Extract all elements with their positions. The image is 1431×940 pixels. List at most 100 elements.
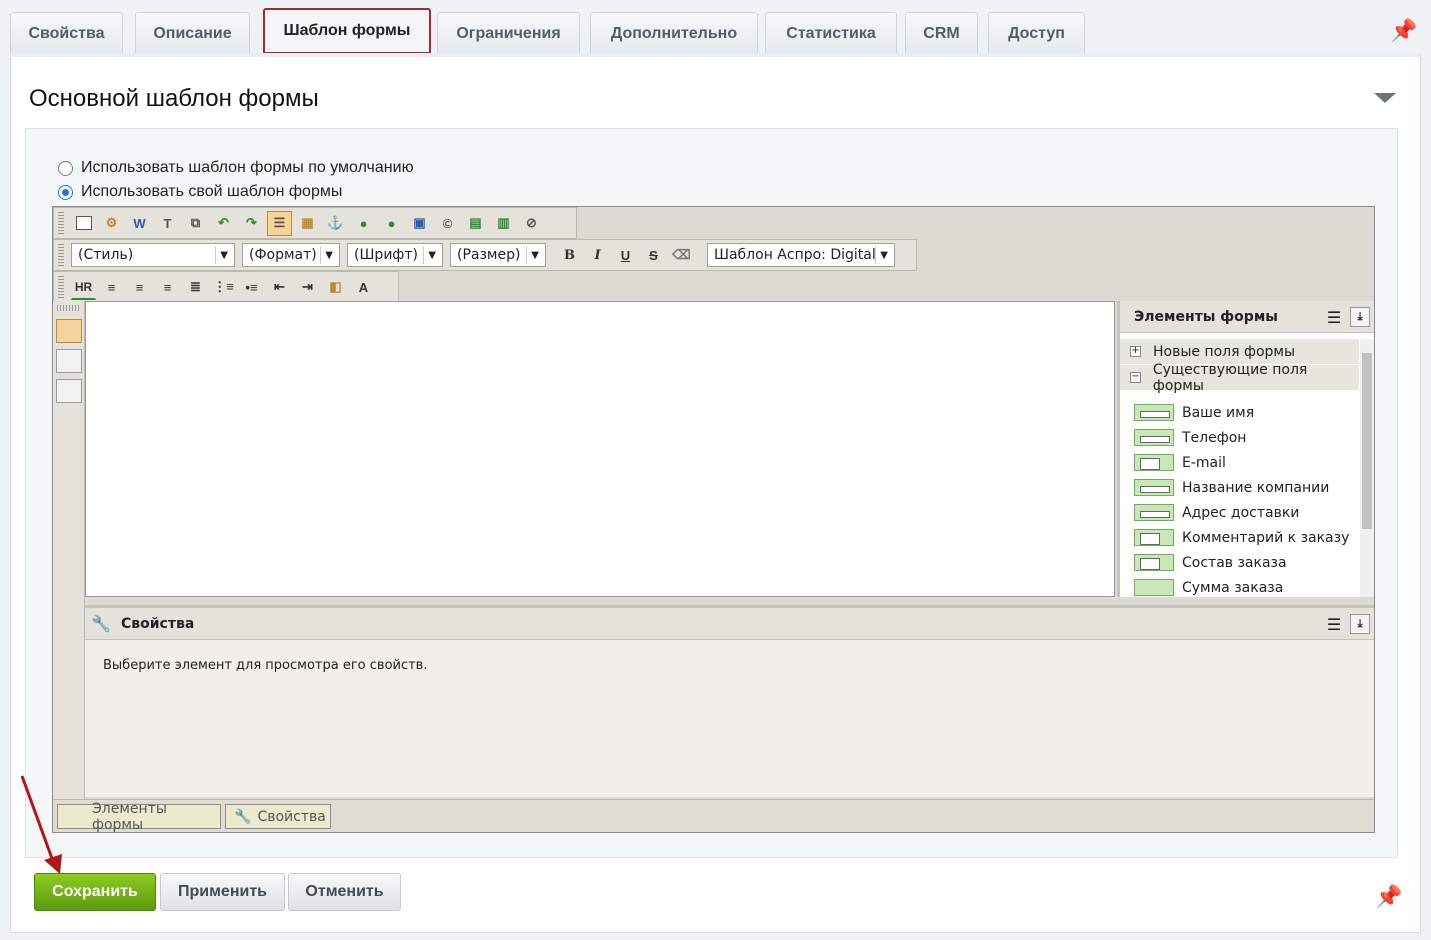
source-view-icon[interactable]: ☰ bbox=[267, 210, 292, 236]
undo-icon[interactable]: ↶ bbox=[211, 211, 236, 236]
form-elements-header: Элементы формы ☰ ⤓ bbox=[1120, 301, 1374, 333]
link-icon[interactable]: ● bbox=[351, 211, 376, 236]
wrench-icon: 🔧 bbox=[234, 808, 252, 825]
field-item[interactable]: Телефон bbox=[1120, 425, 1374, 450]
pin-icon[interactable]: 📌 bbox=[1390, 18, 1417, 44]
underline-icon[interactable]: U bbox=[613, 243, 638, 268]
field-item[interactable]: Ваше имя bbox=[1120, 400, 1374, 425]
table-icon[interactable]: ▦ bbox=[295, 211, 320, 236]
text-color-icon[interactable]: A bbox=[351, 275, 376, 300]
background-color-icon[interactable]: ◧ bbox=[323, 275, 348, 300]
group-existing-fields[interactable]: − Существующие поля формы bbox=[1120, 362, 1359, 394]
template-select[interactable]: Шаблон Аспро: Digital-кс▼ bbox=[707, 243, 895, 267]
panel-menu-icon[interactable]: ☰ bbox=[1324, 307, 1344, 327]
split-view-button[interactable] bbox=[56, 379, 82, 403]
hidden-field-icon bbox=[1134, 579, 1174, 596]
expand-icon[interactable]: + bbox=[1130, 346, 1141, 357]
field-label: Ваше имя bbox=[1182, 404, 1255, 421]
align-right-icon[interactable]: ≡ bbox=[155, 275, 180, 300]
format-select[interactable]: (Формат) ▼ bbox=[242, 243, 340, 267]
radio-default-label: Использовать шаблон формы по умолчанию bbox=[81, 159, 414, 176]
special-char-icon[interactable]: © bbox=[435, 211, 460, 236]
field-item[interactable]: E-mail bbox=[1120, 450, 1374, 475]
bold-icon[interactable]: B bbox=[557, 243, 582, 268]
save-template-icon[interactable]: ▤ bbox=[463, 211, 488, 236]
paste-word-icon[interactable]: W bbox=[127, 211, 152, 236]
unordered-list-icon[interactable]: •≡ bbox=[239, 275, 264, 300]
field-item[interactable]: Комментарий к заказу bbox=[1120, 525, 1374, 550]
redo-icon[interactable]: ↷ bbox=[239, 211, 264, 236]
tab-bar: Свойства Описание Шаблон формы Ограничен… bbox=[10, 8, 1421, 54]
text-field-icon bbox=[1134, 429, 1174, 446]
strip-grip bbox=[57, 305, 81, 311]
style-select-value: (Стиль) bbox=[78, 247, 134, 263]
unlink-icon[interactable]: ● bbox=[379, 211, 404, 236]
toolbar-grip[interactable] bbox=[58, 276, 64, 298]
chevron-down-icon: ▼ bbox=[526, 246, 539, 264]
outdent-icon[interactable]: ⇤ bbox=[267, 275, 292, 300]
field-item[interactable]: Сумма заказа bbox=[1120, 575, 1374, 600]
disk-icon[interactable]: ▥ bbox=[491, 211, 516, 236]
properties-header: 🔧 Свойства ☰ ⤓ bbox=[85, 608, 1374, 640]
collapse-arrow-icon[interactable] bbox=[1374, 93, 1396, 103]
tab-description[interactable]: Описание bbox=[135, 12, 250, 54]
settings-icon[interactable]: ⚙ bbox=[99, 211, 124, 236]
radio-default-template[interactable]: Использовать шаблон формы по умолчанию bbox=[58, 159, 414, 177]
tab-restrictions[interactable]: Ограничения bbox=[437, 12, 580, 54]
toolbar-grip[interactable] bbox=[58, 212, 64, 234]
design-view-button[interactable] bbox=[56, 319, 82, 343]
panel-menu-icon[interactable]: ☰ bbox=[1324, 614, 1344, 634]
tab-form-elements[interactable]: Элементы формы bbox=[57, 801, 221, 833]
align-left-icon[interactable]: ≡ bbox=[99, 275, 124, 300]
strikethrough-icon[interactable]: S bbox=[641, 243, 666, 268]
tab-additional[interactable]: Дополнительно bbox=[590, 12, 758, 54]
size-select[interactable]: (Размер) ▼ bbox=[450, 243, 546, 267]
field-item[interactable]: Состав заказа bbox=[1120, 550, 1374, 575]
code-view-button[interactable] bbox=[56, 349, 82, 373]
apply-button[interactable]: Применить bbox=[160, 873, 285, 911]
eraser-icon[interactable]: ⌫ bbox=[669, 243, 694, 268]
field-label: Состав заказа bbox=[1182, 554, 1287, 571]
template-select-value: Шаблон Аспро: Digital-кс bbox=[714, 247, 876, 263]
field-label: Телефон bbox=[1182, 429, 1247, 446]
tab-crm[interactable]: CRM bbox=[905, 12, 978, 54]
font-select-value: (Шрифт) bbox=[354, 247, 419, 263]
align-justify-icon[interactable]: ≣ bbox=[183, 275, 208, 300]
field-item[interactable]: Название компании bbox=[1120, 475, 1374, 500]
image-icon[interactable]: ▣ bbox=[407, 211, 432, 236]
radio-custom[interactable] bbox=[58, 184, 73, 200]
anchor-icon[interactable]: ⚓ bbox=[323, 211, 348, 236]
style-select[interactable]: (Стиль) ▼ bbox=[71, 243, 235, 267]
scrollbar[interactable] bbox=[1360, 339, 1374, 597]
horizontal-rule-icon[interactable]: HR bbox=[71, 275, 96, 300]
text-field-icon bbox=[1134, 479, 1174, 496]
fullscreen-icon[interactable] bbox=[71, 211, 96, 236]
panel-dock-icon[interactable]: ⤓ bbox=[1350, 614, 1370, 634]
tab-properties-panel[interactable]: 🔧 Свойства bbox=[225, 804, 331, 829]
copy-icon[interactable]: ⧉ bbox=[183, 211, 208, 236]
tab-properties[interactable]: Свойства bbox=[10, 12, 123, 54]
tab-statistics[interactable]: Статистика bbox=[765, 12, 897, 54]
collapse-icon[interactable]: − bbox=[1130, 372, 1141, 383]
toolbar-grip[interactable] bbox=[58, 244, 64, 266]
content-edit-area[interactable] bbox=[85, 301, 1115, 597]
template-settings-area: Использовать шаблон формы по умолчанию И… bbox=[25, 128, 1398, 858]
textarea-field-icon bbox=[1134, 529, 1174, 546]
ordered-list-icon[interactable]: ⋮≡ bbox=[211, 275, 236, 300]
align-center-icon[interactable]: ≡ bbox=[127, 275, 152, 300]
radio-custom-template[interactable]: Использовать свой шаблон формы bbox=[58, 183, 342, 201]
italic-icon[interactable]: I bbox=[585, 243, 610, 268]
flash-icon[interactable]: ⊘ bbox=[519, 211, 544, 236]
indent-icon[interactable]: ⇥ bbox=[295, 275, 320, 300]
scrollbar-thumb[interactable] bbox=[1362, 353, 1372, 529]
cancel-button[interactable]: Отменить bbox=[288, 873, 401, 911]
radio-default[interactable] bbox=[58, 160, 73, 176]
paste-text-icon[interactable]: T bbox=[155, 211, 180, 236]
pin-icon[interactable]: 📌 bbox=[1375, 884, 1402, 910]
tab-form-template[interactable]: Шаблон формы bbox=[263, 8, 431, 54]
panel-dock-icon[interactable]: ⤓ bbox=[1350, 307, 1370, 327]
tab-access[interactable]: Доступ bbox=[988, 12, 1085, 54]
font-select[interactable]: (Шрифт) ▼ bbox=[347, 243, 443, 267]
field-item[interactable]: Адрес доставки bbox=[1120, 500, 1374, 525]
field-label: E-mail bbox=[1182, 454, 1226, 471]
